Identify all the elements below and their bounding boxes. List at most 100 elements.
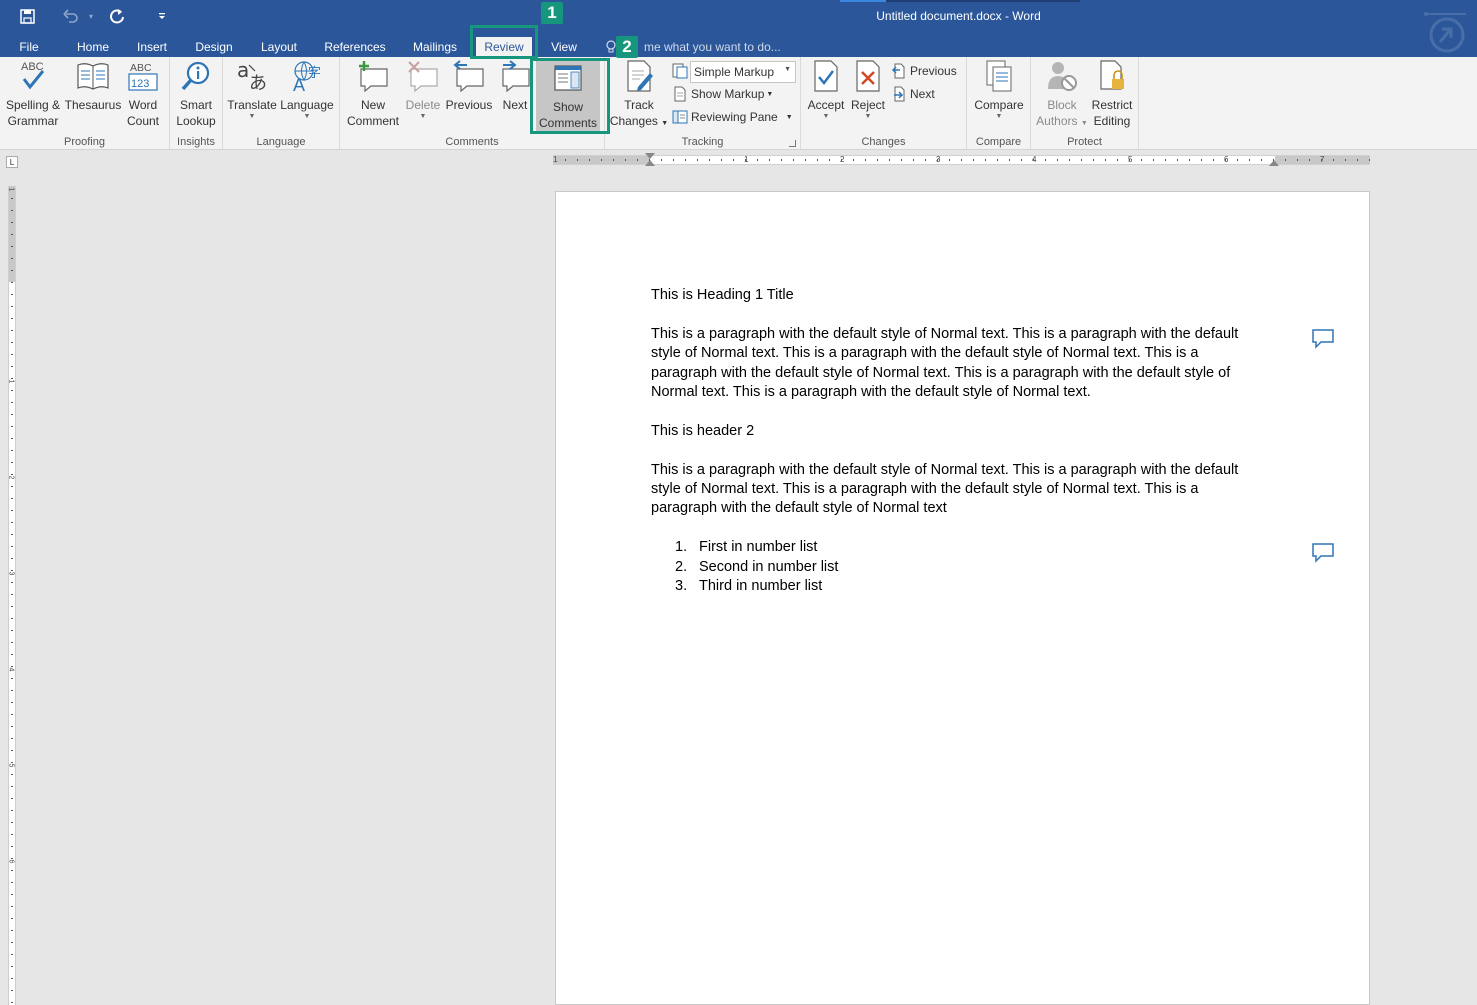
ruler-tick <box>757 159 758 161</box>
ruler-tick <box>829 159 830 161</box>
ruler-tick <box>1117 159 1118 161</box>
word-count-button[interactable]: ABC123 Word Count <box>122 59 164 129</box>
new-comment-button[interactable]: New Comment <box>344 59 402 129</box>
restrict-editing-label-1: Restrict <box>1092 97 1133 113</box>
ruler-tick <box>709 159 710 161</box>
right-indent-marker[interactable] <box>1269 160 1279 166</box>
compare-button[interactable]: Compare ▼ <box>971 59 1027 121</box>
tracking-group: Track Changes ▼ Simple Markup ▼ Show Mar… <box>605 57 801 150</box>
ruler-number: 3 <box>7 572 14 576</box>
ruler-tick <box>11 486 13 487</box>
smart-lookup-label-1: Smart <box>180 97 212 113</box>
tab-file[interactable]: File <box>8 37 50 57</box>
ruler-tick <box>997 159 998 161</box>
previous-comment-button[interactable]: Previous <box>444 59 494 113</box>
svg-text:A: A <box>293 75 305 93</box>
document-page[interactable]: This is Heading 1 Title This is a paragr… <box>555 191 1370 1005</box>
comment-balloon-icon[interactable] <box>1311 542 1335 564</box>
hanging-indent-marker[interactable] <box>645 160 655 166</box>
first-line-indent-marker[interactable] <box>645 153 655 159</box>
tab-view[interactable]: View <box>542 37 586 57</box>
ruler-tick <box>1129 159 1130 161</box>
ruler-tick <box>11 810 13 811</box>
tab-references[interactable]: References <box>318 37 392 57</box>
ruler-tick <box>1297 159 1298 161</box>
vertical-ruler[interactable]: 1 1 2 3 4 5 6 <box>8 186 16 1005</box>
spelling-label-2: Grammar <box>8 113 59 129</box>
comment-balloon-icon[interactable] <box>1311 328 1335 350</box>
ruler-tick <box>1081 159 1082 161</box>
ruler-tick <box>1153 159 1154 161</box>
delete-comment-button[interactable]: Delete ▼ <box>402 59 444 121</box>
show-markup-button[interactable]: Show Markup ▼ <box>672 84 773 104</box>
track-changes-label-1: Track <box>624 97 654 113</box>
book-icon <box>76 59 110 93</box>
markup-select-value: Simple Markup <box>694 65 774 79</box>
tab-stop-selector[interactable]: L <box>6 156 18 168</box>
smart-lookup-button[interactable]: Smart Lookup <box>172 59 220 129</box>
ruler-tick <box>11 198 13 199</box>
changes-group: Accept ▼ Reject ▼ Previous Next Changes <box>801 57 967 150</box>
svg-text:字: 字 <box>308 66 321 81</box>
ruler-number: 1 <box>7 380 14 384</box>
document-body[interactable]: This is Heading 1 Title This is a paragr… <box>651 286 1251 596</box>
tracking-options-launcher-icon[interactable] <box>789 140 796 147</box>
reject-button[interactable]: Reject ▼ <box>847 59 889 121</box>
paragraph-2: This is a paragraph with the default sty… <box>651 461 1251 519</box>
delete-comment-icon <box>406 59 440 93</box>
translate-icon: aあ <box>235 59 269 93</box>
accept-dropdown-icon[interactable]: ▼ <box>823 113 830 121</box>
show-markup-dropdown-icon: ▼ <box>766 91 773 98</box>
ruler-tick <box>1309 159 1310 161</box>
svg-text:ABC: ABC <box>21 61 44 73</box>
ruler-tick <box>1237 159 1238 161</box>
svg-text:123: 123 <box>131 78 149 90</box>
reviewing-pane-button[interactable]: Reviewing Pane ▼ <box>672 107 793 127</box>
markup-select[interactable]: Simple Markup ▼ <box>690 61 796 83</box>
next-comment-button[interactable]: Next <box>496 59 534 113</box>
next-change-button[interactable]: Next <box>891 84 935 104</box>
accept-button[interactable]: Accept ▼ <box>805 59 847 121</box>
translate-dropdown-icon[interactable]: ▼ <box>249 113 256 121</box>
tab-home[interactable]: Home <box>68 37 118 57</box>
ruler-tick <box>11 750 13 751</box>
ruler-tick <box>1369 159 1370 161</box>
insights-group: Smart Lookup Insights <box>170 57 223 150</box>
next-change-icon <box>891 86 907 102</box>
ruler-tick <box>1273 159 1274 161</box>
previous-comment-icon <box>452 59 486 93</box>
block-authors-button[interactable]: Block Authors ▼ <box>1035 59 1089 132</box>
translate-button[interactable]: aあ Translate ▼ <box>226 59 278 121</box>
ruler-tick <box>973 159 974 161</box>
spelling-grammar-button[interactable]: ABC Spelling & Grammar <box>4 59 62 129</box>
thesaurus-button[interactable]: Thesaurus <box>64 59 122 113</box>
ruler-tick <box>1177 159 1178 161</box>
compare-dropdown-icon[interactable]: ▼ <box>996 113 1003 121</box>
ruler-tick <box>11 798 13 799</box>
horizontal-ruler[interactable]: 1 1 2 3 4 5 6 7 <box>553 155 1370 165</box>
delete-dropdown-icon[interactable]: ▼ <box>420 113 427 121</box>
ruler-tick <box>11 834 13 835</box>
ruler-tick <box>11 942 13 943</box>
track-changes-button[interactable]: Track Changes ▼ <box>609 59 669 132</box>
ruler-tick <box>11 786 13 787</box>
ruler-tick <box>11 306 13 307</box>
new-comment-icon <box>356 59 390 93</box>
previous-change-button[interactable]: Previous <box>891 61 957 81</box>
next-label: Next <box>503 97 528 113</box>
reject-dropdown-icon[interactable]: ▼ <box>865 113 872 121</box>
language-button[interactable]: A字 Language ▼ <box>279 59 335 121</box>
ruler-tick <box>11 666 13 667</box>
ruler-tick <box>11 258 13 259</box>
language-dropdown-icon[interactable]: ▼ <box>304 113 311 121</box>
heading-1: This is Heading 1 Title <box>651 286 1251 305</box>
tab-insert[interactable]: Insert <box>128 37 176 57</box>
tab-layout[interactable]: Layout <box>251 37 307 57</box>
ruler-tick <box>1213 159 1214 161</box>
restrict-editing-button[interactable]: Restrict Editing <box>1087 59 1137 129</box>
tab-design[interactable]: Design <box>186 37 242 57</box>
tab-mailings[interactable]: Mailings <box>404 37 466 57</box>
ruler-tick <box>11 642 13 643</box>
reject-icon <box>851 59 885 93</box>
ruler-tick <box>865 159 866 161</box>
